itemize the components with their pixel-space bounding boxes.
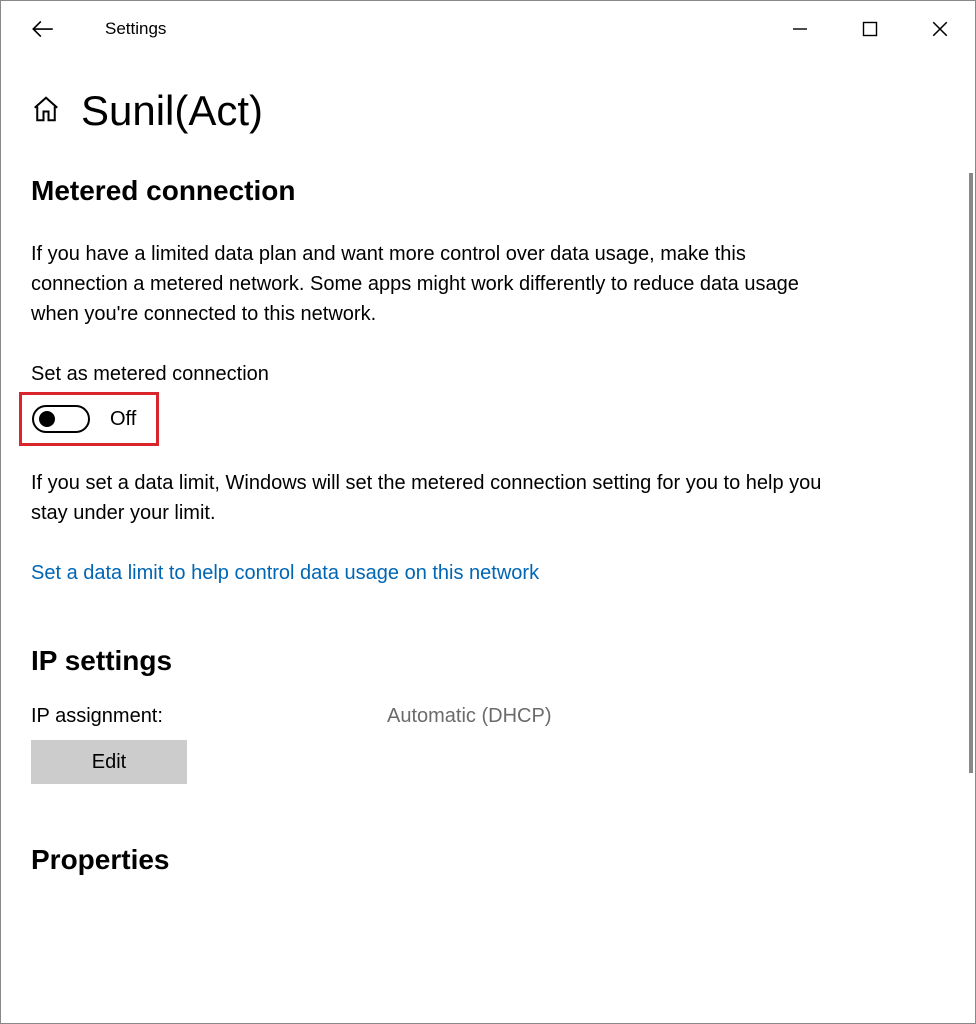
- data-limit-link[interactable]: Set a data limit to help control data us…: [31, 562, 539, 585]
- page-header: Sunil(Act): [31, 87, 945, 135]
- content-area: Sunil(Act) Metered connection If you hav…: [1, 57, 975, 876]
- maximize-icon: [862, 21, 878, 37]
- ip-settings-heading: IP settings: [31, 645, 945, 677]
- window-controls: [765, 1, 975, 57]
- data-limit-description: If you set a data limit, Windows will se…: [31, 468, 831, 528]
- scrollbar[interactable]: [969, 173, 973, 773]
- properties-heading: Properties: [31, 844, 945, 876]
- metered-toggle-state: Off: [110, 408, 136, 431]
- ip-assignment-row: IP assignment: Automatic (DHCP): [31, 705, 945, 728]
- maximize-button[interactable]: [835, 1, 905, 57]
- page-title: Sunil(Act): [81, 87, 263, 135]
- app-title: Settings: [105, 19, 166, 39]
- edit-button[interactable]: Edit: [31, 740, 187, 784]
- minimize-icon: [792, 21, 808, 37]
- highlight-annotation: Off: [19, 392, 159, 446]
- home-icon[interactable]: [31, 94, 61, 129]
- arrow-left-icon: [30, 16, 56, 42]
- back-button[interactable]: [25, 11, 61, 47]
- metered-description: If you have a limited data plan and want…: [31, 239, 831, 329]
- metered-heading: Metered connection: [31, 175, 945, 207]
- ip-assignment-value: Automatic (DHCP): [387, 705, 551, 728]
- toggle-knob-icon: [39, 411, 55, 427]
- metered-toggle[interactable]: [32, 405, 90, 433]
- close-button[interactable]: [905, 1, 975, 57]
- ip-assignment-label: IP assignment:: [31, 705, 387, 728]
- close-icon: [931, 20, 949, 38]
- minimize-button[interactable]: [765, 1, 835, 57]
- title-bar: Settings: [1, 1, 975, 57]
- metered-toggle-label: Set as metered connection: [31, 363, 945, 386]
